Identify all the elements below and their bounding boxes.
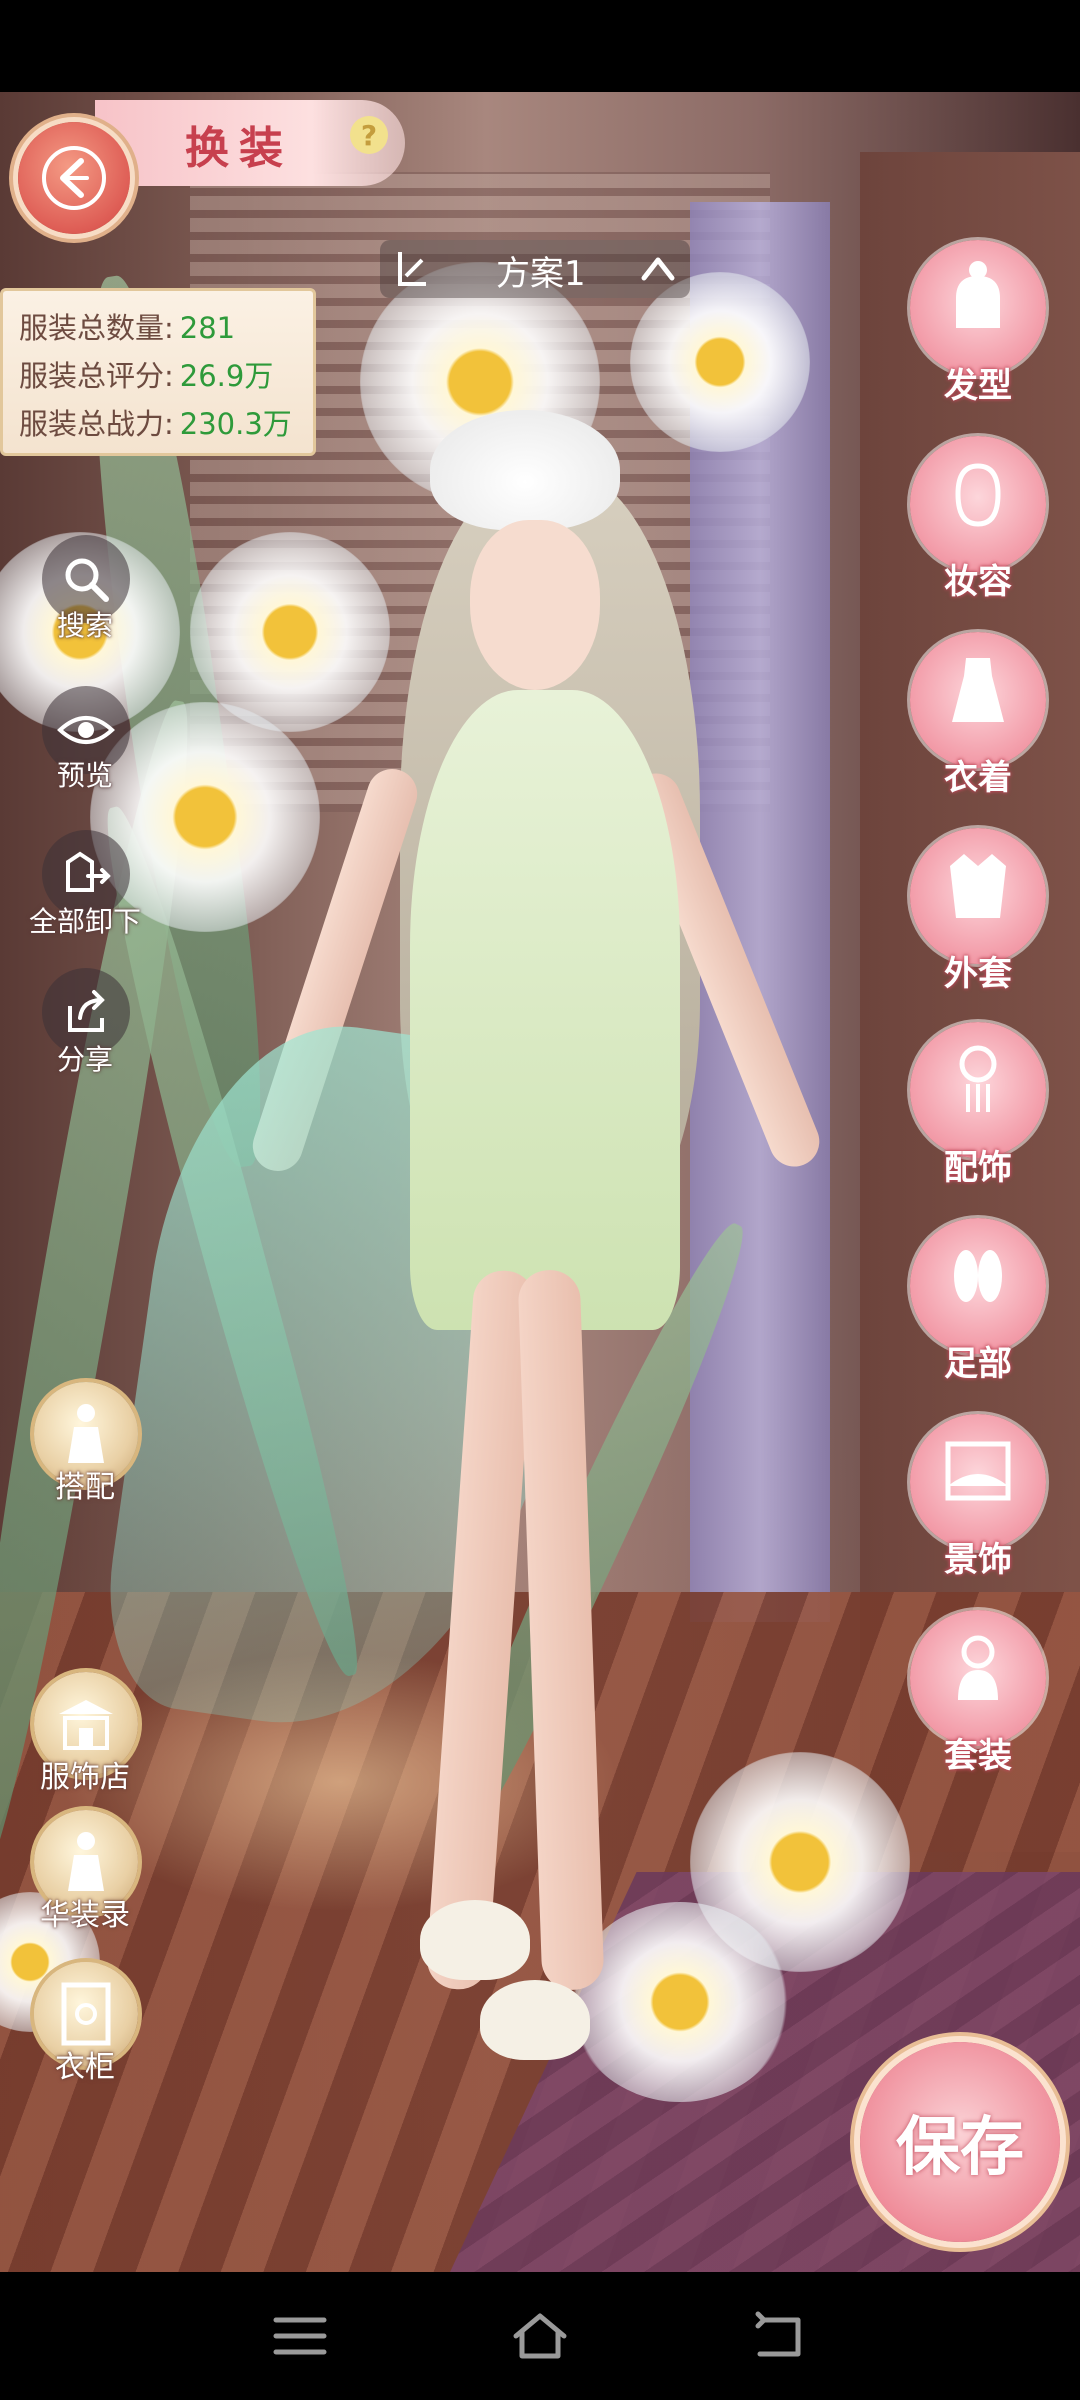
- suit-icon: [958, 1635, 998, 1700]
- unequip-icon: [66, 851, 111, 892]
- home-icon[interactable]: [510, 2310, 570, 2362]
- help-button[interactable]: ?: [350, 116, 388, 154]
- stat-count-label: 服装总数量:: [19, 311, 174, 345]
- character-dress: [410, 690, 680, 1330]
- character-shoe: [420, 1900, 530, 1980]
- eye-icon: [57, 716, 115, 744]
- plan-name[interactable]: 方案1: [496, 246, 586, 295]
- help-icon: ?: [360, 118, 378, 152]
- character-shoe: [480, 1980, 590, 2060]
- wardrobe-icon: [61, 1982, 111, 2046]
- category-shoes-button[interactable]: [910, 1218, 1046, 1354]
- makeup-icon: [955, 463, 1001, 527]
- catalog-icon: [68, 1832, 104, 1891]
- page-title: 换装: [185, 123, 293, 174]
- stat-score-label: 服装总评分:: [19, 359, 174, 393]
- menu-icon[interactable]: [270, 2310, 330, 2362]
- category-makeup-label: 妆容: [944, 562, 1012, 602]
- unequip-all-label: 全部卸下: [28, 905, 141, 938]
- wardrobe-label: 衣柜: [55, 2050, 115, 2085]
- dress-icon: [952, 658, 1004, 722]
- scenery-icon: [945, 1441, 1011, 1501]
- stat-count: 服装总数量: 281: [19, 305, 235, 347]
- clothing-shop-label: 服饰店: [40, 1760, 130, 1795]
- character-face: [470, 520, 600, 690]
- accessory-icon: [959, 1045, 997, 1112]
- coat-icon: [950, 854, 1006, 918]
- category-scenery-button[interactable]: [910, 1414, 1046, 1550]
- hairstyle-icon: [956, 261, 1000, 328]
- back-arrow-icon: [42, 146, 106, 210]
- outfit-match-label: 搭配: [55, 1470, 115, 1505]
- back-button[interactable]: [18, 122, 130, 234]
- category-suit-label: 套装: [944, 1736, 1012, 1776]
- shoes-icon: [954, 1250, 1002, 1302]
- preview-label: 预览: [56, 759, 113, 792]
- character-model[interactable]: [93, 390, 850, 2140]
- category-dress-label: 衣着: [944, 758, 1012, 798]
- save-button[interactable]: 保存: [860, 2042, 1060, 2242]
- shop-icon: [59, 1700, 113, 1750]
- search-icon: [65, 558, 109, 602]
- category-scenery-label: 景饰: [944, 1540, 1012, 1580]
- character-hat: [430, 410, 620, 530]
- stat-score: 服装总评分: 26.9万: [19, 353, 273, 395]
- category-hairstyle-button[interactable]: [910, 240, 1046, 376]
- category-coat-label: 外套: [944, 954, 1012, 994]
- back-nav-icon[interactable]: [750, 2310, 810, 2362]
- stat-power: 服装总战力: 230.3万: [19, 401, 292, 443]
- character-leg: [517, 1269, 605, 1991]
- category-suit-button[interactable]: [910, 1610, 1046, 1746]
- category-coat-button[interactable]: [910, 828, 1046, 964]
- category-accessory-label: 配饰: [944, 1148, 1012, 1188]
- category-accessory-button[interactable]: [910, 1022, 1046, 1158]
- outfit-stats-panel: 服装总数量: 281 服装总评分: 26.9万 服装总战力: 230.3万: [0, 288, 316, 456]
- category-shoes-label: 足部: [944, 1344, 1012, 1384]
- category-makeup-button[interactable]: [910, 436, 1046, 572]
- share-icon: [68, 990, 105, 1032]
- stat-power-value: 230.3万: [179, 407, 292, 441]
- outfit-icon: [68, 1404, 104, 1463]
- catalog-label: 华装录: [40, 1898, 130, 1933]
- save-label: 保存: [896, 2110, 1024, 2185]
- stat-power-label: 服装总战力:: [19, 407, 174, 441]
- edit-plan-icon[interactable]: [392, 246, 432, 290]
- category-hairstyle-label: 发型: [944, 366, 1012, 406]
- stat-count-value: 281: [179, 311, 236, 345]
- status-bar: [0, 0, 1080, 92]
- stat-score-value: 26.9万: [179, 359, 274, 393]
- share-label: 分享: [56, 1043, 113, 1076]
- search-label: 搜索: [56, 609, 113, 642]
- chevron-up-icon[interactable]: [638, 250, 678, 286]
- category-dress-button[interactable]: [910, 632, 1046, 768]
